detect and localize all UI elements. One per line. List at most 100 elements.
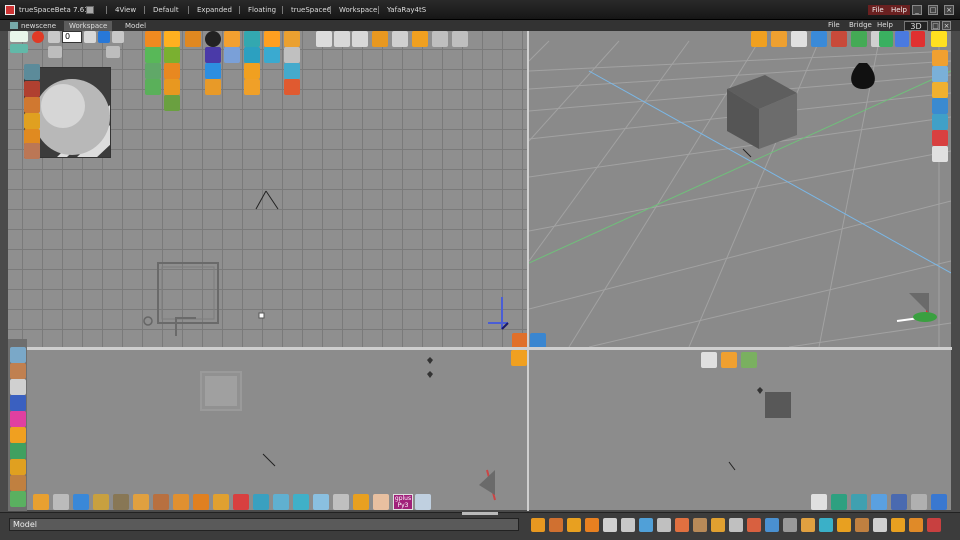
lib-extra-icon[interactable] <box>415 494 431 510</box>
side-viewport[interactable] <box>529 350 951 510</box>
tab-workspace[interactable]: Workspace <box>64 21 113 31</box>
lib-face-icon[interactable] <box>373 494 389 510</box>
tab-newscene[interactable]: newscene <box>16 21 61 31</box>
arrow-up-icon[interactable] <box>432 31 448 47</box>
st-stop-icon[interactable] <box>927 518 941 532</box>
st-nav-icon[interactable] <box>621 518 635 532</box>
st-camera-icon[interactable] <box>747 518 761 532</box>
sphere-tool-icon[interactable] <box>205 31 221 47</box>
context-floating[interactable]: Floating <box>239 6 276 14</box>
torus-primitive-icon[interactable] <box>932 82 948 98</box>
axis-y-icon[interactable] <box>895 31 909 47</box>
panel-close-button[interactable]: × <box>942 21 951 30</box>
frame-number-field[interactable]: 0 <box>62 31 82 43</box>
st-rotate-icon[interactable] <box>549 518 563 532</box>
lib-ring-icon[interactable] <box>253 494 269 510</box>
side-boat-icon[interactable] <box>891 494 907 510</box>
st-axes-icon[interactable] <box>603 518 617 532</box>
context-yafaray4ts[interactable]: YafaRay4tS <box>378 6 426 14</box>
st-wire-icon[interactable] <box>657 518 671 532</box>
stack-icon[interactable] <box>10 459 26 475</box>
light-marker-icon[interactable] <box>258 312 265 319</box>
material-tool-icon[interactable] <box>205 47 221 63</box>
st-pivot-icon[interactable] <box>585 518 599 532</box>
forward-key-icon[interactable] <box>106 46 120 58</box>
view-3d-button[interactable]: 3D <box>904 21 928 31</box>
leaf-icon[interactable] <box>10 491 26 507</box>
st-orbit-icon[interactable] <box>639 518 653 532</box>
st-key-icon[interactable] <box>837 518 851 532</box>
side-view-link-icon[interactable] <box>741 352 757 368</box>
menu-file-2[interactable]: File <box>828 21 840 29</box>
tab-model[interactable]: Model <box>120 21 151 31</box>
menu-bridge[interactable]: Bridge <box>849 21 872 29</box>
st-render-icon[interactable] <box>765 518 779 532</box>
close-button[interactable]: × <box>944 5 954 15</box>
nav-tool-icon[interactable] <box>316 31 332 47</box>
lib-pattern-icon[interactable] <box>153 494 169 510</box>
lattice-tool-icon[interactable] <box>244 31 260 47</box>
material-editor-icon[interactable] <box>24 64 40 80</box>
side-sky-icon[interactable] <box>871 494 887 510</box>
rotate-tool-icon[interactable] <box>145 31 161 47</box>
side-grid-icon[interactable] <box>851 494 867 510</box>
camera-gizmo-icon[interactable] <box>143 316 153 326</box>
rope-icon[interactable] <box>10 363 26 379</box>
side-view-tool-icon[interactable] <box>721 352 737 368</box>
lib-brush-icon[interactable] <box>73 494 89 510</box>
lib-wave-icon[interactable] <box>293 494 309 510</box>
lib-sphere-icon[interactable] <box>313 494 329 510</box>
group-tool-icon[interactable] <box>205 79 221 95</box>
perspective-viewport[interactable] <box>529 31 951 347</box>
rect-tool-icon[interactable] <box>284 79 300 95</box>
move-tool-icon[interactable] <box>164 31 180 47</box>
lib-box-icon[interactable] <box>173 494 189 510</box>
menu-help-2[interactable]: Help <box>877 21 893 29</box>
add-object-icon[interactable] <box>10 44 28 53</box>
restore-button[interactable]: □ <box>928 5 938 15</box>
back-key-icon[interactable] <box>48 46 62 58</box>
plane-primitive-icon[interactable] <box>932 114 948 130</box>
render-tool-icon[interactable] <box>224 47 240 63</box>
light-tool-icon[interactable] <box>264 31 280 47</box>
side-loop-icon[interactable] <box>911 494 927 510</box>
align-tool-icon[interactable] <box>284 63 300 79</box>
molecule-icon[interactable] <box>10 443 26 459</box>
cylinder-primitive-icon[interactable] <box>932 66 948 82</box>
layer-tool-icon[interactable] <box>205 63 221 79</box>
axis-z-icon[interactable] <box>911 31 925 47</box>
vertical-splitter[interactable] <box>527 31 529 511</box>
render-view-icon[interactable] <box>831 31 847 47</box>
list-tool-icon[interactable] <box>284 47 300 63</box>
arrow-down-icon[interactable] <box>452 31 468 47</box>
box-icon[interactable] <box>10 427 26 443</box>
st-group-icon[interactable] <box>891 518 905 532</box>
top-viewport[interactable]: 0 <box>8 31 527 347</box>
lib-stack-icon[interactable] <box>193 494 209 510</box>
material-list-icon[interactable] <box>24 81 40 97</box>
mesh-tool-icon[interactable] <box>244 47 260 63</box>
st-box-icon[interactable] <box>801 518 815 532</box>
navigation-icon[interactable] <box>931 31 947 47</box>
resize-grip[interactable] <box>462 512 498 515</box>
lib-crate-icon[interactable] <box>93 494 109 510</box>
cube-side[interactable] <box>765 392 791 418</box>
st-light-icon[interactable] <box>909 518 923 532</box>
cube-tool-icon[interactable] <box>244 79 260 95</box>
st-edge-icon[interactable] <box>693 518 707 532</box>
layers-view-icon[interactable] <box>851 31 867 47</box>
fit-tool-icon[interactable] <box>392 31 408 47</box>
gplus-python-badge[interactable]: gplus Py3 <box>393 494 413 510</box>
block-tool-icon[interactable] <box>244 63 260 79</box>
paint-object-icon[interactable] <box>24 113 40 129</box>
bubbles-icon[interactable] <box>10 379 26 395</box>
figure-tool-icon[interactable] <box>164 63 180 79</box>
grid-view-icon[interactable] <box>791 31 807 47</box>
bend-tool-icon[interactable] <box>145 63 161 79</box>
pan-tool-icon[interactable] <box>352 31 368 47</box>
play-button-icon[interactable] <box>98 31 110 43</box>
st-scale-icon[interactable] <box>567 518 581 532</box>
wrench-icon[interactable] <box>10 475 26 491</box>
camera-view-icon[interactable] <box>811 31 827 47</box>
st-face-icon[interactable] <box>711 518 725 532</box>
